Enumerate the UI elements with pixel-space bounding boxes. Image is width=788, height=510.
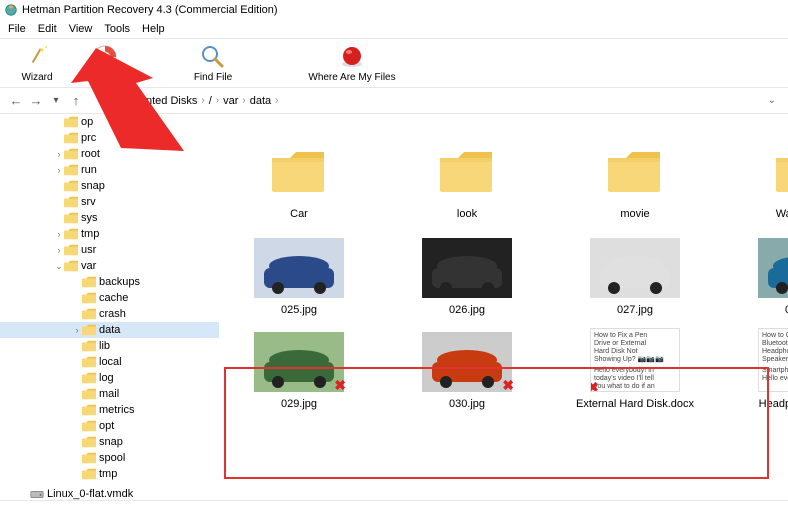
tree-drive-row[interactable]: Linux_0-flat.vmdk <box>0 486 219 500</box>
tree-row[interactable]: snap <box>0 178 219 194</box>
find-file-button[interactable]: Find File <box>184 39 242 87</box>
tree-row[interactable]: ›root <box>0 146 219 162</box>
tree-row[interactable]: backups <box>0 274 219 290</box>
menu-view[interactable]: View <box>63 23 99 35</box>
nav-back-icon[interactable]: ← <box>8 93 24 109</box>
tree-row[interactable]: lib <box>0 338 219 354</box>
breadcrumb-part[interactable]: var <box>223 95 238 107</box>
tree-row[interactable]: op <box>0 114 219 130</box>
tree-row[interactable]: opt <box>0 418 219 434</box>
document-item[interactable]: How to Fix a PenDrive or ExternalHard Di… <box>570 328 700 410</box>
tree-row[interactable]: ›data <box>0 322 219 338</box>
where-are-files-label: Where Are My Files <box>308 72 395 83</box>
wizard-label: Wizard <box>21 72 52 83</box>
tree-row[interactable]: spool <box>0 450 219 466</box>
folder-item[interactable]: look <box>402 142 532 220</box>
menu-tools[interactable]: Tools <box>98 23 136 35</box>
wand-icon <box>24 44 50 70</box>
tree-row[interactable]: snap <box>0 434 219 450</box>
menu-help[interactable]: Help <box>136 23 171 35</box>
menu-file[interactable]: File <box>2 23 32 35</box>
chevron-down-icon[interactable]: ⌄ <box>768 95 782 106</box>
tree-row[interactable]: mail <box>0 386 219 402</box>
menu-edit[interactable]: Edit <box>32 23 63 35</box>
where-are-files-button[interactable]: Where Are My Files <box>292 39 412 87</box>
nav-up-icon[interactable]: ↑ <box>68 93 84 109</box>
recovery-label: Recovery <box>84 72 126 83</box>
folder-item[interactable]: ✖Wallpapers <box>738 142 788 220</box>
tree-row[interactable]: ›usr <box>0 242 219 258</box>
tree-row[interactable]: tmp <box>0 466 219 482</box>
tree-row[interactable]: sys <box>0 210 219 226</box>
statusbar <box>0 500 788 510</box>
recovery-button[interactable]: Recovery <box>76 39 134 87</box>
toolbar: Wizard Recovery Find File Where Are My F… <box>0 38 788 88</box>
tree-row[interactable]: prc <box>0 130 219 146</box>
tree-label: Linux_0-flat.vmdk <box>47 488 133 500</box>
breadcrumb-part[interactable]: / <box>209 95 212 107</box>
document-item[interactable]: How to ConnectBluetoothHeadphones orSpea… <box>738 328 788 410</box>
titlebar: Hetman Partition Recovery 4.3 (Commercia… <box>0 0 788 20</box>
file-grid[interactable]: Carlook movie ✖Wallpapers 025.jpg 026.jpg 02… <box>220 114 788 500</box>
chevron-right-icon: › <box>201 95 204 106</box>
image-item[interactable]: ✖030.jpg <box>402 332 532 410</box>
breadcrumb[interactable]: nted Disks › / › var › data › <box>92 95 279 107</box>
menubar: File Edit View Tools Help <box>0 20 788 38</box>
window-title: Hetman Partition Recovery 4.3 (Commercia… <box>22 4 278 16</box>
tree-row[interactable]: srv <box>0 194 219 210</box>
chevron-right-icon: › <box>216 95 219 106</box>
tree-row[interactable]: metrics <box>0 402 219 418</box>
find-file-label: Find File <box>194 72 232 83</box>
nav-forward-icon[interactable]: → <box>28 93 44 109</box>
tree-row[interactable]: ⌄var <box>0 258 219 274</box>
folder-item[interactable]: Car <box>234 142 364 220</box>
red-button-icon <box>339 44 365 70</box>
navbar: ← → ▾ ↑ nted Disks › / › var › data › ⌄ <box>0 88 788 114</box>
tree-row[interactable]: ›tmp <box>0 226 219 242</box>
app-icon <box>4 3 18 17</box>
image-item[interactable]: 027.jpg <box>570 238 700 316</box>
tree-row[interactable]: ›run <box>0 162 219 178</box>
image-item[interactable]: 025.jpg <box>234 238 364 316</box>
tree-row[interactable]: local <box>0 354 219 370</box>
breadcrumb-part[interactable]: data <box>250 95 271 107</box>
folder-tree[interactable]: opprc›root›runsnapsrvsys›tmp›usr⌄varback… <box>0 114 220 500</box>
folder-item[interactable]: movie <box>570 142 700 220</box>
chevron-right-icon: › <box>242 95 245 106</box>
wizard-button[interactable]: Wizard <box>8 39 66 87</box>
breadcrumb-part[interactable]: nted Disks <box>146 95 197 107</box>
chevron-right-icon: › <box>275 95 278 106</box>
image-item[interactable]: ✖029.jpg <box>234 332 364 410</box>
tree-row[interactable]: log <box>0 370 219 386</box>
tree-row[interactable]: cache <box>0 290 219 306</box>
image-item[interactable]: 028.jpg <box>738 238 788 316</box>
magnifier-icon <box>200 44 226 70</box>
lifebuoy-icon <box>92 44 118 70</box>
disk-icon <box>30 488 44 500</box>
workspace: opprc›root›runsnapsrvsys›tmp›usr⌄varback… <box>0 114 788 500</box>
image-item[interactable]: 026.jpg <box>402 238 532 316</box>
nav-history-icon[interactable]: ▾ <box>48 93 64 109</box>
tree-row[interactable]: crash <box>0 306 219 322</box>
